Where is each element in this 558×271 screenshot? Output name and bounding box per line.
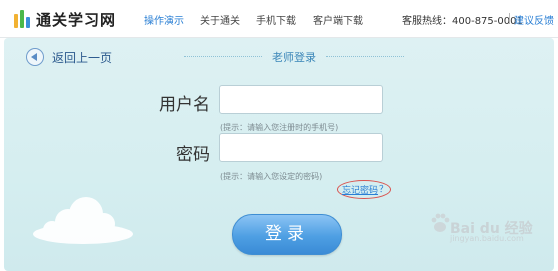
nav-about[interactable]: 关于通关 bbox=[200, 12, 240, 27]
feedback-link[interactable]: 建议反馈 bbox=[514, 12, 554, 27]
login-button[interactable]: 登录 bbox=[232, 214, 342, 255]
username-hint: (提示：请输入您注册时的手机号) bbox=[220, 123, 339, 132]
nav-mobile-download[interactable]: 手机下载 bbox=[256, 12, 296, 27]
title-divider-left bbox=[184, 56, 262, 57]
watermark-subtext: jingyan.baidu.com bbox=[450, 234, 524, 243]
back-link[interactable]: 返回上一页 bbox=[26, 48, 112, 66]
forgot-password-question: ？ bbox=[379, 185, 389, 195]
password-label: 密码 bbox=[176, 145, 210, 165]
logo-text: 通关学习网 bbox=[36, 10, 117, 29]
logo-bars-icon bbox=[14, 10, 30, 28]
title-divider-right bbox=[326, 56, 404, 57]
nav-client-download[interactable]: 客户端下载 bbox=[313, 12, 363, 27]
password-hint: (提示：请输入您设定的密码) bbox=[220, 172, 323, 181]
back-arrow-icon bbox=[26, 48, 44, 66]
username-input[interactable] bbox=[219, 85, 383, 114]
top-navbar: 通关学习网 操作演示 关于通关 手机下载 客户端下载 客服热线：400-875-… bbox=[0, 0, 558, 38]
cloud-icon bbox=[33, 197, 133, 244]
site-logo[interactable]: 通关学习网 bbox=[14, 9, 116, 29]
nav-divider bbox=[509, 13, 510, 24]
password-input[interactable] bbox=[219, 133, 383, 162]
username-label: 用户名 bbox=[159, 95, 210, 115]
paw-icon bbox=[431, 213, 450, 232]
service-hotline: 客服热线：400-875-0001 bbox=[402, 16, 523, 27]
back-label: 返回上一页 bbox=[52, 50, 113, 65]
nav-operation-demo[interactable]: 操作演示 bbox=[144, 12, 184, 27]
forgot-password-link[interactable]: 忘记密码 bbox=[342, 183, 378, 196]
login-title: 老师登录 bbox=[272, 51, 316, 64]
